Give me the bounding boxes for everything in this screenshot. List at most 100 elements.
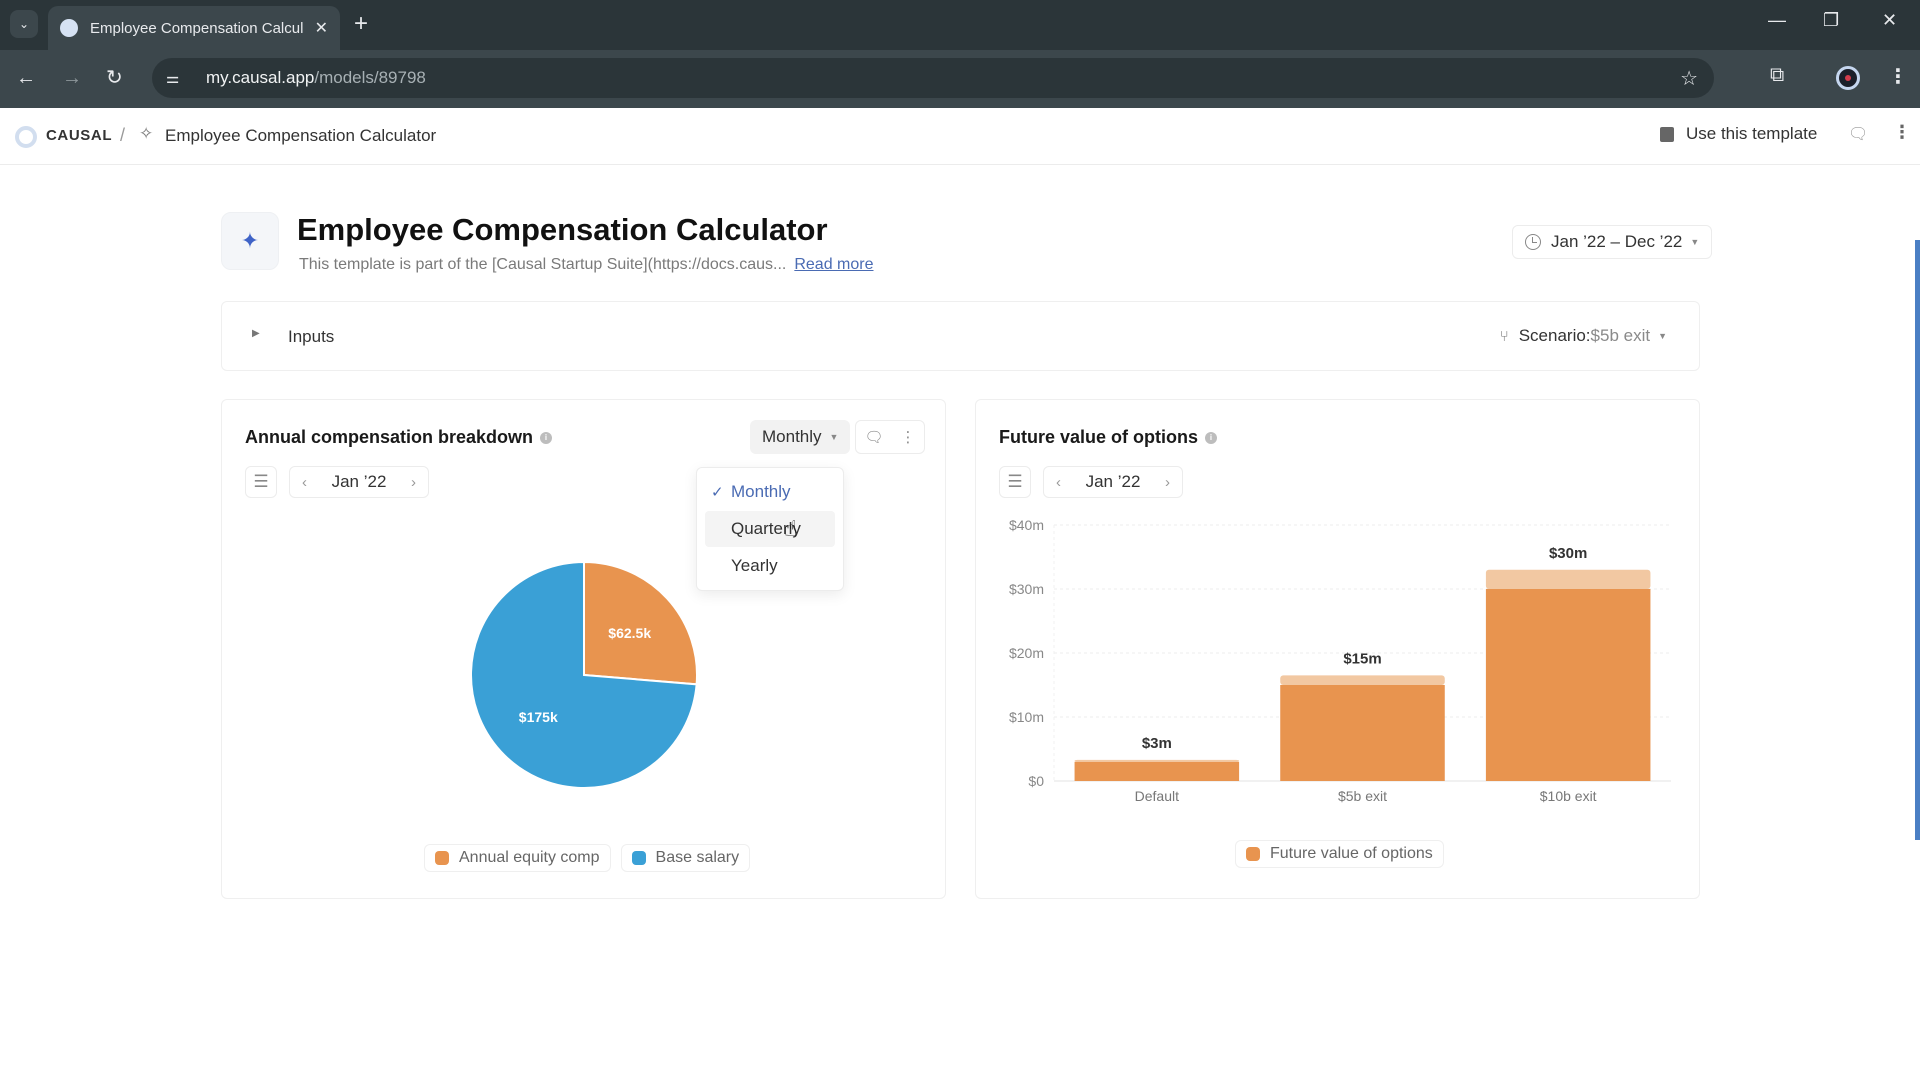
page-description: This template is part of the [Causal Sta… (299, 256, 874, 274)
caret-down-icon: ▼ (829, 432, 839, 442)
granularity-dropdown: ✓ Monthly Quarterly Yearly (696, 467, 844, 591)
page-scrollbar[interactable] (1915, 240, 1920, 840)
restore-button[interactable]: ❐ (1823, 10, 1839, 31)
read-more-link[interactable]: Read more (794, 256, 873, 273)
date-range-label: Jan ’22 – Dec ’22 (1551, 232, 1683, 251)
legend-item[interactable]: Base salary (620, 844, 751, 872)
reload-button[interactable]: ↻ (106, 64, 123, 92)
inputs-section[interactable]: ▶ Inputs ⑂ Scenario: $5b exit ▼ (221, 301, 1700, 371)
bar[interactable] (1280, 685, 1445, 781)
browser-toolbar: ← → ↻ ⚌ my.causal.app/models/89798 ☆ ⧉ ⋮ (0, 50, 1920, 108)
bar-chart: $0 $10m $20m $30m $40m $3m Default $15m $5b exit… (1009, 517, 1671, 804)
star-icon[interactable]: ☆ (1680, 66, 1698, 91)
breadcrumb-title[interactable]: Employee Compensation Calculator (165, 126, 436, 146)
browser-tab-bar: ⌄ Employee Compensation Calcul ✕ + — ❐ ✕ (0, 0, 1920, 50)
tab-search-button[interactable]: ⌄ (10, 10, 38, 38)
hand-cursor-icon: ☝ (784, 516, 798, 541)
chevron-left-icon[interactable]: ‹ (1056, 474, 1061, 491)
y-tick-label: $10m (1009, 709, 1044, 725)
inputs-label: Inputs (288, 327, 335, 346)
extensions-icon[interactable]: ⧉ (1770, 64, 1784, 87)
copy-icon (1660, 123, 1676, 142)
option-monthly[interactable]: ✓ Monthly (705, 474, 835, 510)
sparkle-icon: ✦ (240, 228, 260, 253)
url-path: /models/89798 (314, 68, 426, 87)
model-icon: ✦ (221, 212, 279, 270)
bar-highlight (1280, 675, 1445, 685)
arrow-left-icon: ← (16, 67, 36, 89)
comment-icon[interactable]: 🗨 (864, 428, 883, 446)
bar-legend: Future value of options (1235, 840, 1444, 868)
hamburger-icon: ☰ (1007, 472, 1023, 491)
close-window-button[interactable]: ✕ (1882, 10, 1897, 31)
period-label: Jan ’22 (1085, 472, 1141, 491)
menu-button[interactable]: ☰ (999, 466, 1031, 498)
x-tick-label: Default (1135, 788, 1179, 804)
legend-label: Future value of options (1270, 845, 1433, 862)
bar[interactable] (1485, 589, 1651, 781)
new-tab-button[interactable]: + (354, 10, 368, 38)
info-icon[interactable]: i (1205, 431, 1218, 444)
tab-title: Employee Compensation Calcul (90, 19, 304, 37)
breadcrumb-separator: / (120, 125, 126, 145)
back-button[interactable]: ← (16, 64, 36, 92)
x-tick-label: $10b exit (1540, 788, 1597, 804)
legend-swatch (631, 851, 646, 865)
menu-button[interactable]: ☰ (245, 466, 277, 498)
card-title: Annual compensation breakdown i (245, 427, 553, 448)
address-bar[interactable]: ⚌ my.causal.app/models/89798 ☆ (152, 58, 1714, 98)
reload-icon: ↻ (106, 67, 123, 89)
y-tick-label: $0 (1028, 773, 1044, 789)
date-range-picker[interactable]: Jan ’22 – Dec ’22 ▼ (1512, 225, 1713, 259)
legend-label: Annual equity comp (459, 849, 600, 866)
legend-item[interactable]: Future value of options (1235, 840, 1444, 868)
more-options-icon[interactable]: ⋮ (1893, 122, 1911, 143)
scenario-value: $5b exit (1590, 326, 1651, 345)
bar-highlight (1485, 569, 1651, 589)
bar-data-label: $30m (1549, 545, 1587, 562)
card-actions: 🗨 ⋮ (855, 420, 925, 454)
browser-menu-icon[interactable]: ⋮ (1888, 64, 1908, 89)
y-tick-label: $20m (1009, 645, 1044, 661)
hamburger-icon: ☰ (253, 472, 269, 491)
pie-data-label: $175k (519, 709, 558, 725)
minimize-button[interactable]: — (1768, 10, 1786, 31)
caret-right-icon[interactable]: ▶ (252, 328, 260, 339)
clock-icon (1525, 234, 1541, 250)
caret-down-icon: ▼ (1690, 237, 1700, 247)
option-label: Yearly (731, 556, 778, 575)
granularity-label: Monthly (762, 427, 822, 446)
chevron-right-icon[interactable]: › (1165, 474, 1170, 491)
bar-data-label: $3m (1142, 735, 1172, 752)
option-yearly[interactable]: Yearly (705, 548, 835, 584)
page-title: Employee Compensation Calculator (297, 212, 828, 247)
chevron-left-icon[interactable]: ‹ (302, 474, 307, 491)
x-tick-label: $5b exit (1338, 788, 1387, 804)
bar-highlight (1074, 759, 1240, 762)
granularity-select[interactable]: Monthly ▼ (750, 420, 851, 454)
use-template-label: Use this template (1686, 124, 1818, 143)
sparkle-icon: ✧ (139, 124, 154, 143)
pie-legend: Annual equity comp Base salary (424, 844, 751, 872)
bar[interactable] (1074, 761, 1240, 781)
more-options-icon[interactable]: ⋮ (901, 428, 916, 446)
info-icon[interactable]: i (540, 431, 553, 444)
profile-avatar[interactable] (1836, 66, 1860, 90)
comment-icon[interactable]: 🗨 (1848, 124, 1868, 144)
site-info-icon[interactable]: ⚌ (166, 69, 196, 87)
scenario-selector[interactable]: ⑂ Scenario: $5b exit ▼ (1500, 326, 1667, 346)
use-template-button[interactable]: Use this template (1660, 123, 1818, 144)
browser-tab[interactable]: Employee Compensation Calcul ✕ (48, 6, 340, 50)
check-icon: ✓ (711, 484, 724, 501)
close-icon[interactable]: ✕ (315, 18, 328, 38)
card-title-text: Future value of options (999, 427, 1199, 447)
forward-button[interactable]: → (62, 64, 82, 92)
chevron-right-icon[interactable]: › (411, 474, 416, 491)
pie-slice[interactable] (583, 560, 698, 686)
scenario-label: Scenario: (1518, 326, 1591, 345)
brand-name[interactable]: CAUSAL (46, 127, 112, 144)
future-value-card: Future value of options i ☰ ‹ Jan ’22 › … (975, 399, 1700, 899)
causal-logo-icon[interactable] (15, 126, 37, 148)
legend-item[interactable]: Annual equity comp (424, 844, 611, 872)
option-quarterly[interactable]: Quarterly (705, 511, 835, 547)
